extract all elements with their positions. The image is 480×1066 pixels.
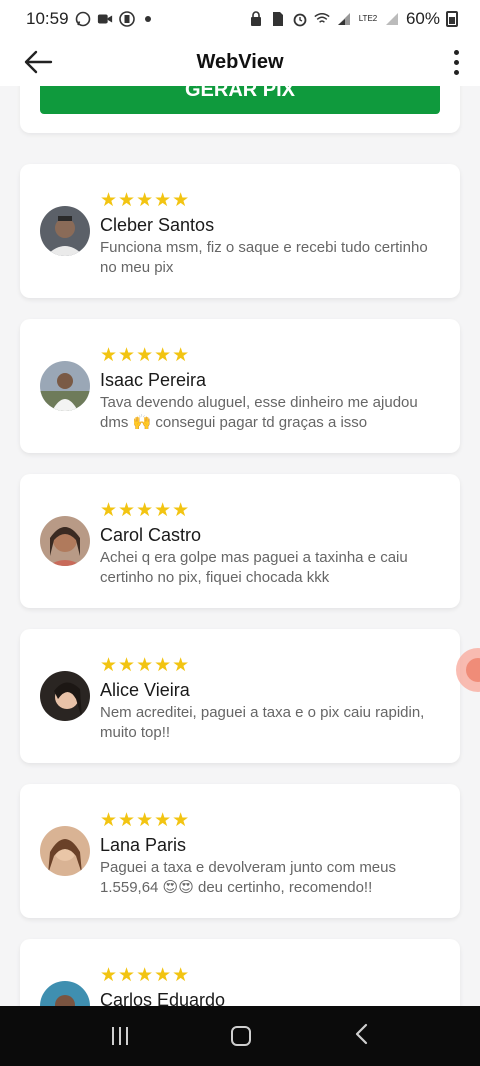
reviewer-name: Carol Castro [100, 525, 202, 545]
back-button[interactable] [20, 44, 56, 80]
system-nav-bar [0, 1006, 480, 1066]
reviewer-name: Alice Vieira [100, 680, 190, 700]
reviewer-name: Carlos Eduardo [100, 990, 226, 1006]
avatar [40, 981, 90, 1006]
review-card: ★★★★★ Carol Castro Achei q era golpe mas… [20, 474, 460, 608]
home-button[interactable] [230, 1026, 251, 1046]
more-vert-icon [453, 49, 459, 55]
nav-back-button[interactable] [354, 1023, 368, 1050]
avatar [40, 671, 90, 721]
rating-stars: ★★★★★ [100, 345, 191, 366]
rating-stars: ★★★★★ [100, 810, 191, 831]
rating-stars: ★★★★★ [100, 190, 191, 211]
arrow-left-icon [24, 50, 53, 74]
avatar [40, 206, 90, 256]
avatar [40, 361, 90, 411]
rating-stars: ★★★★★ [100, 655, 191, 676]
record-icon [466, 658, 480, 682]
review-text: Achei q era golpe mas paguei a taxinha e… [100, 549, 408, 586]
status-bar: 10:59 LTE2 60% [0, 0, 480, 38]
status-left: 10:59 [26, 9, 151, 29]
generate-pix-label: GERAR PIX [184, 86, 296, 101]
wifi-icon [314, 11, 330, 27]
rating-stars: ★★★★★ [100, 965, 191, 986]
overflow-menu-button[interactable] [444, 44, 468, 80]
lock-icon [248, 11, 264, 27]
page-title: WebView [196, 50, 284, 73]
app-notification-icon [118, 11, 135, 27]
status-right: LTE2 60% [248, 9, 458, 29]
review-text: Funciona msm, fiz o saque e recebi tudo … [100, 239, 428, 276]
webview-content[interactable]: GERAR PIX ★★★★★ Cleber Santos Funciona m… [0, 86, 480, 1006]
review-card: ★★★★★ Carlos Eduardo [20, 939, 460, 1006]
chevron-left-icon [356, 1023, 368, 1044]
review-card: ★★★★★ Cleber Santos Funciona msm, fiz o … [20, 164, 460, 298]
signal-icon-2 [384, 11, 400, 27]
whatsapp-icon [75, 11, 91, 27]
avatar [40, 826, 90, 876]
avatar [40, 516, 90, 566]
alarm-icon [292, 11, 308, 27]
signal-icon [336, 11, 352, 27]
rating-stars: ★★★★★ [100, 500, 191, 521]
review-card: ★★★★★ Lana Paris Paguei a taxa e devolve… [20, 784, 460, 918]
app-bar: WebView [0, 38, 480, 86]
review-card: ★★★★★ Isaac Pereira Tava devendo aluguel… [20, 319, 460, 453]
recents-icon [111, 1027, 114, 1045]
reviewer-name: Isaac Pereira [100, 370, 207, 390]
video-icon [97, 11, 113, 27]
status-time: 10:59 [26, 9, 69, 28]
more-notifications-dot [144, 16, 151, 22]
battery-percent: 60% [405, 9, 440, 28]
generate-pix-button[interactable]: GERAR PIX [40, 86, 440, 114]
review-text: Tava devendo aluguel, esse dinheiro me a… [100, 394, 418, 431]
review-text: Paguei a taxa e devolveram junto com meu… [100, 859, 396, 896]
reviewer-name: Cleber Santos [100, 215, 215, 235]
recent-apps-button[interactable] [111, 1027, 128, 1045]
pix-card: GERAR PIX [20, 86, 460, 133]
battery-icon [446, 11, 458, 27]
sim-icon [270, 11, 286, 27]
network-label: LTE2 [358, 14, 378, 23]
review-text: Nem acreditei, paguei a taxa e o pix cai… [100, 704, 425, 741]
review-card: ★★★★★ Alice Vieira Nem acreditei, paguei… [20, 629, 460, 763]
reviewer-name: Lana Paris [100, 835, 187, 855]
